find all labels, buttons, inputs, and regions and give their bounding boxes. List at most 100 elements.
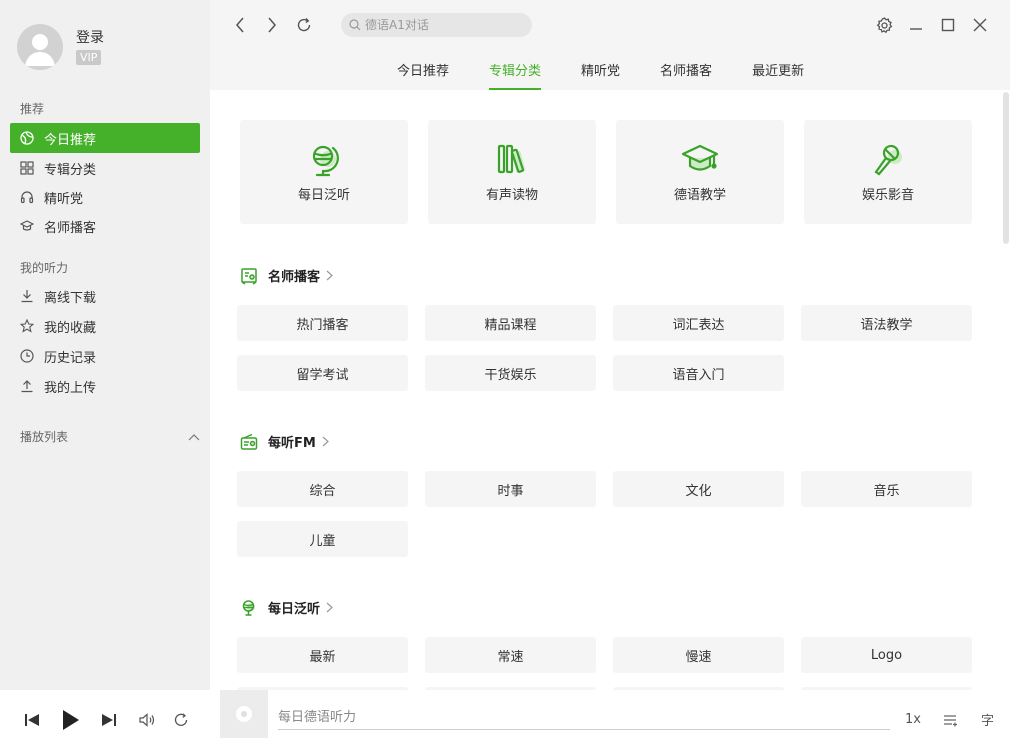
sidebar-item-my-uploads[interactable]: 我的上传 (10, 371, 200, 401)
chevron-right-icon (322, 436, 329, 447)
sidebar-item-favorites[interactable]: 我的收藏 (10, 311, 200, 341)
search-box[interactable] (341, 13, 532, 37)
repeat-button[interactable] (171, 710, 191, 730)
chevron-right-icon (268, 17, 276, 33)
section-header-teacher-podcast[interactable]: 名师播客 (240, 266, 333, 285)
refresh-button[interactable] (296, 14, 312, 36)
user-profile[interactable]: 登录 VIP (17, 24, 104, 70)
search-icon (349, 19, 361, 31)
chip-children[interactable]: 儿童 (237, 521, 408, 557)
next-track-button[interactable] (99, 710, 119, 730)
category-cards: 每日泛听 有声读物 德语教学 娱乐影音 (240, 120, 972, 224)
category-card-audiobooks[interactable]: 有声读物 (428, 120, 596, 224)
maximize-button[interactable] (938, 14, 958, 36)
sidebar-item-today-recommend[interactable]: 今日推荐 (10, 123, 200, 153)
chip-pronunciation-intro[interactable]: 语音入门 (613, 355, 784, 391)
globe-icon (312, 145, 339, 176)
sidebar-item-offline-download[interactable]: 离线下载 (10, 281, 200, 311)
chip-group-teacher-podcast: 热门播客 精品课程 词汇表达 语法教学 留学考试 干货娱乐 语音入门 (237, 305, 977, 391)
lyrics-button[interactable]: 字 (981, 710, 994, 729)
login-link[interactable]: 登录 (76, 29, 104, 47)
user-icon (25, 34, 55, 66)
gear-icon (876, 16, 892, 33)
sidebar-item-album-category[interactable]: 专辑分类 (10, 153, 200, 183)
back-button[interactable] (232, 14, 248, 36)
progress-bar[interactable] (278, 729, 890, 730)
tab-recent-updates[interactable]: 最近更新 (752, 60, 804, 90)
sidebar-item-history[interactable]: 历史记录 (10, 341, 200, 371)
tab-bar: 今日推荐 专辑分类 精听党 名师播客 最近更新 (397, 60, 844, 90)
scrollbar[interactable] (1002, 90, 1010, 690)
chevron-right-icon (326, 602, 333, 613)
chip-group-fm: 综合 时事 文化 音乐 儿童 (237, 471, 977, 557)
scrollbar-thumb[interactable] (1003, 92, 1009, 244)
play-button[interactable] (61, 708, 81, 732)
player-bar: 每日德语听力 1x 字 (0, 690, 1010, 750)
sidebar-item-label: 历史记录 (44, 350, 97, 366)
chip-current-affairs[interactable]: 时事 (425, 471, 596, 507)
graduation-cap-icon (20, 219, 34, 233)
chip-culture[interactable]: 文化 (613, 471, 784, 507)
close-button[interactable] (970, 14, 990, 36)
category-label: 每日泛听 (297, 187, 350, 203)
section-title: 每听FM (268, 436, 316, 451)
minimize-button[interactable] (906, 14, 926, 36)
chip-general[interactable]: 综合 (237, 471, 408, 507)
category-label: 有声读物 (485, 187, 538, 203)
category-card-entertainment[interactable]: 娱乐影音 (804, 120, 972, 224)
tab-today-recommend[interactable]: 今日推荐 (397, 60, 449, 90)
sidebar: 登录 VIP 推荐 今日推荐 专辑分类 精听党 名师播客 我的听力 离线下载 我… (0, 0, 210, 690)
section-header-daily-listening[interactable]: 每日泛听 (240, 598, 333, 617)
sidebar-item-intensive-listening[interactable]: 精听党 (10, 182, 200, 212)
chevron-up-icon (188, 430, 200, 444)
chip-normal-speed[interactable]: 常速 (425, 637, 596, 673)
tab-album-category[interactable]: 专辑分类 (489, 60, 542, 90)
avatar[interactable] (17, 24, 63, 70)
settings-button[interactable] (874, 14, 894, 36)
next-icon (102, 714, 116, 726)
chip-premium-course[interactable]: 精品课程 (425, 305, 596, 341)
sidebar-item-teacher-podcast[interactable]: 名师播客 (10, 211, 200, 241)
category-card-daily-listening[interactable]: 每日泛听 (240, 120, 408, 224)
maximize-icon (941, 18, 955, 32)
playlist-queue-button[interactable] (943, 713, 959, 727)
chip-music[interactable]: 音乐 (801, 471, 972, 507)
sidebar-item-label: 专辑分类 (44, 162, 97, 178)
chip-slow-speed[interactable]: 慢速 (613, 637, 784, 673)
books-icon (497, 144, 526, 173)
playlist-icon (943, 714, 957, 726)
close-icon (973, 18, 987, 32)
chip-logo[interactable]: Logo (801, 637, 972, 673)
sidebar-item-label: 名师播客 (44, 220, 97, 236)
tab-intensive-listening[interactable]: 精听党 (581, 60, 620, 90)
recommend-section-title: 推荐 (20, 102, 45, 116)
chip-grammar[interactable]: 语法教学 (801, 305, 972, 341)
chevron-right-icon (326, 270, 333, 281)
download-icon (20, 289, 34, 303)
playlist-toggle[interactable]: 播放列表 (20, 428, 200, 445)
playlist-title: 播放列表 (20, 430, 69, 444)
my-listening-section-title: 我的听力 (20, 261, 69, 275)
volume-button[interactable] (137, 710, 157, 730)
section-title: 名师播客 (268, 270, 321, 285)
chip-group-daily-listening: 最新 常速 慢速 Logo (237, 637, 977, 690)
chip-study-abroad-exam[interactable]: 留学考试 (237, 355, 408, 391)
headphones-icon (20, 190, 34, 204)
chip-hot-podcast[interactable]: 热门播客 (237, 305, 408, 341)
forward-button[interactable] (264, 14, 280, 36)
category-label: 德语教学 (673, 187, 726, 203)
chip-latest[interactable]: 最新 (237, 637, 408, 673)
vip-badge: VIP (76, 50, 102, 65)
repeat-icon (174, 713, 187, 726)
playback-speed-button[interactable]: 1x (905, 712, 921, 727)
category-card-german-teaching[interactable]: 德语教学 (616, 120, 784, 224)
previous-track-button[interactable] (22, 710, 42, 730)
podcast-icon (240, 267, 258, 285)
chip-practical-entertainment[interactable]: 干货娱乐 (425, 355, 596, 391)
chip-vocabulary[interactable]: 词汇表达 (613, 305, 784, 341)
section-header-fm[interactable]: 每听FM (240, 432, 329, 451)
track-cover[interactable] (220, 690, 268, 738)
search-input[interactable] (365, 18, 525, 32)
main-content: 每日泛听 有声读物 德语教学 娱乐影音 名师播客 热门播客 精品课程 词汇表达 … (210, 90, 1010, 690)
tab-teacher-podcast[interactable]: 名师播客 (660, 60, 712, 90)
